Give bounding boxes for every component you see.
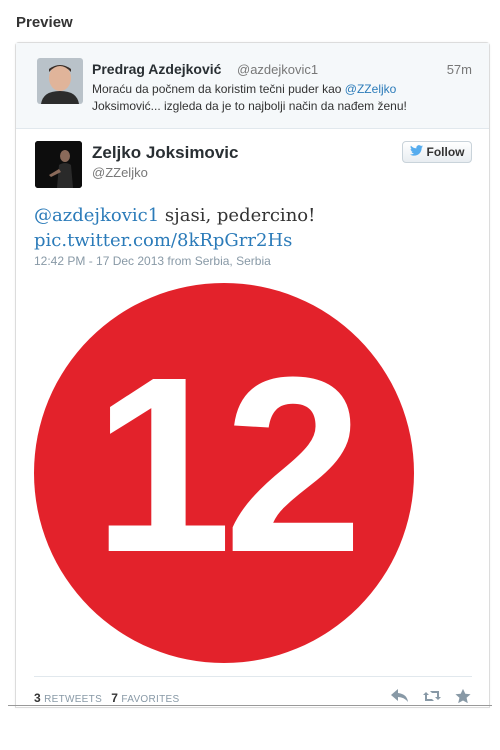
reply-timestamp[interactable]: 57m [447,62,472,77]
tweet-mention-link[interactable]: @azdejkovic1 [34,205,159,226]
tweet-body: sjasi, pedercino! [159,205,316,226]
reply-text: Moraću da počnem da koristim tečni puder… [92,81,472,115]
reply-text-end: Joksimović... izgleda da je to najbolji … [92,99,407,113]
media-number: 12 [93,325,355,604]
reply-mention-link[interactable]: @ZZeljko [345,82,397,96]
follow-button[interactable]: Follow [402,141,472,163]
reply-text-start: Moraću da počnem da koristim tečni puder… [92,82,345,96]
favorite-icon[interactable] [454,688,474,704]
tweet-actions [390,688,474,704]
divider [34,676,472,677]
retweets-label[interactable]: RETWEETS [44,694,102,705]
bottom-divider [8,705,492,706]
retweets-count[interactable]: 3 [34,691,41,705]
tweet-media-link[interactable]: pic.twitter.com/8kRpGrr2Hs [34,230,292,251]
tweet-author-handle[interactable]: @ZZeljko [92,165,148,180]
preview-title: Preview [16,14,73,31]
tweet-card: Predrag Azdejković @azdejkovic1 57m Mora… [15,42,490,708]
tweet-stats: 3 RETWEETS 7 FAVORITES [34,691,179,705]
reply-author-avatar[interactable] [37,58,83,104]
tweet-meta: 12:42 PM - 17 Dec 2013 from Serbia, Serb… [34,254,271,268]
tweet-author-avatar[interactable] [35,141,82,188]
reply-author-handle[interactable]: @azdejkovic1 [237,62,318,77]
favorites-label[interactable]: FAVORITES [121,694,179,705]
twitter-bird-icon [409,145,423,159]
retweet-icon[interactable] [422,688,442,704]
follow-button-label: Follow [426,145,465,159]
in-reply-to-tweet[interactable]: Predrag Azdejković @azdejkovic1 57m Mora… [16,43,489,129]
tweet-author-name[interactable]: Zeljko Joksimovic [92,143,238,163]
tweet-text: @azdejkovic1 sjasi, pedercino! pic.twitt… [34,203,315,253]
tweet-media-image[interactable]: 12 [34,283,474,668]
favorites-count[interactable]: 7 [111,691,118,705]
reply-icon[interactable] [390,688,410,704]
reply-author-name[interactable]: Predrag Azdejković [92,61,221,77]
